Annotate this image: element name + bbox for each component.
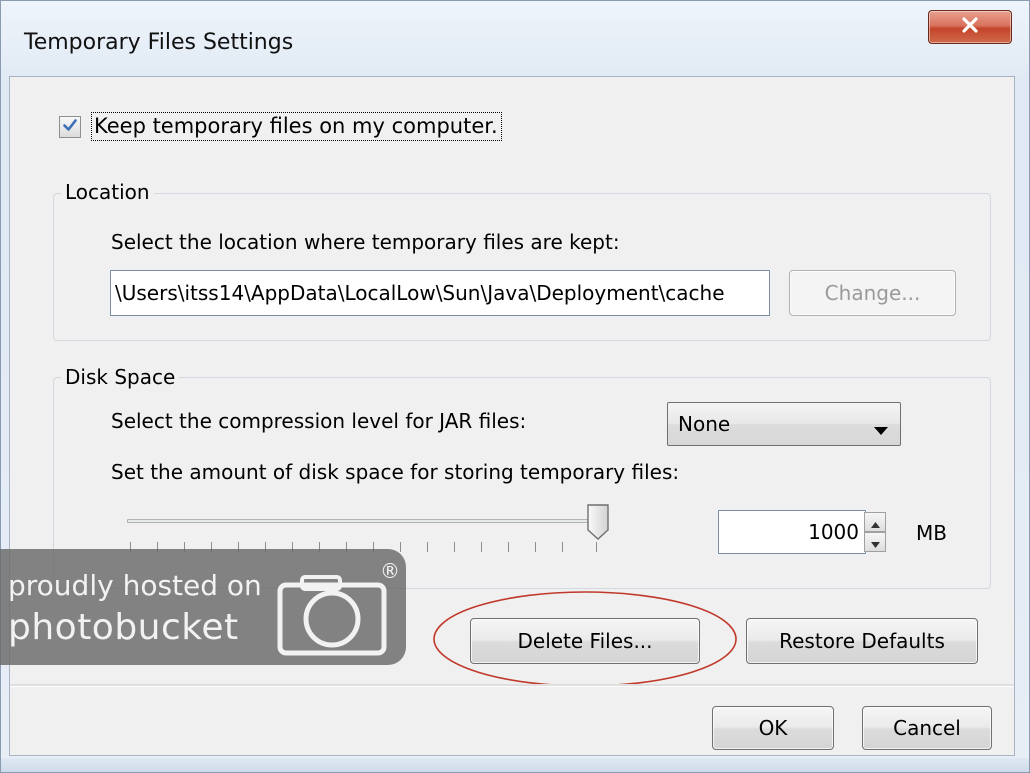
ok-button[interactable]: OK [712,706,834,750]
close-button[interactable] [928,10,1012,44]
keep-files-label[interactable]: Keep temporary files on my computer. [91,112,502,141]
checkmark-icon [62,117,78,137]
close-icon [961,17,979,37]
spin-up-button[interactable] [864,512,886,532]
annotation-ellipse [430,586,742,698]
keep-files-checkbox[interactable] [59,116,81,138]
photobucket-watermark: proudly hosted on photobucket ® [0,549,406,665]
watermark-line-2: photobucket [8,607,239,648]
arrow-up-icon [870,513,880,532]
arrow-down-icon [870,533,880,552]
disk-amount-prompt: Set the amount of disk space for storing… [111,460,680,484]
unit-label: MB [916,521,947,545]
cancel-button[interactable]: Cancel [862,706,992,750]
compression-prompt: Select the compression level for JAR fil… [111,409,527,433]
disk-space-spinner [864,512,886,552]
location-group [53,193,991,341]
camera-icon [276,575,388,661]
disk-space-slider-thumb[interactable] [586,503,610,545]
disk-space-slider-track[interactable] [127,519,597,523]
window-title: Temporary Files Settings [24,30,294,55]
restore-defaults-button[interactable]: Restore Defaults [746,618,978,664]
cache-path-field[interactable]: \Users\itss14\AppData\LocalLow\Sun\Java\… [110,270,770,316]
location-prompt: Select the location where temporary file… [111,230,620,254]
spin-down-button[interactable] [864,532,886,552]
watermark-line-1: proudly hosted on [8,569,262,602]
compression-select[interactable]: None [667,402,901,446]
footer-separator [10,684,1014,687]
compression-value: None [678,412,731,436]
chevron-down-icon [874,421,888,440]
disk-space-input[interactable]: 1000 [718,510,866,554]
watermark-mark: ® [380,559,400,583]
location-legend: Location [61,180,154,204]
change-button[interactable]: Change... [789,270,956,316]
disk-space-legend: Disk Space [61,365,180,389]
